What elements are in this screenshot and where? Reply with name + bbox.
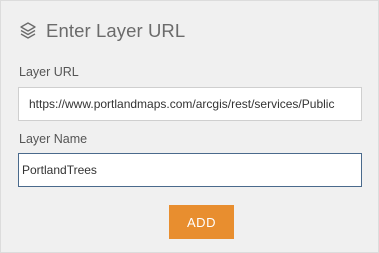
layer-url-label: Layer URL	[19, 65, 79, 79]
add-button[interactable]: ADD	[169, 205, 234, 239]
layer-url-input[interactable]	[18, 87, 362, 121]
enter-layer-url-panel: Enter Layer URL Layer URL Layer Name ADD	[0, 0, 379, 253]
layer-name-label: Layer Name	[19, 132, 88, 146]
panel-header: Enter Layer URL	[18, 17, 185, 45]
layers-icon	[18, 21, 38, 41]
panel-title: Enter Layer URL	[46, 20, 186, 41]
layer-name-input[interactable]	[18, 153, 362, 187]
